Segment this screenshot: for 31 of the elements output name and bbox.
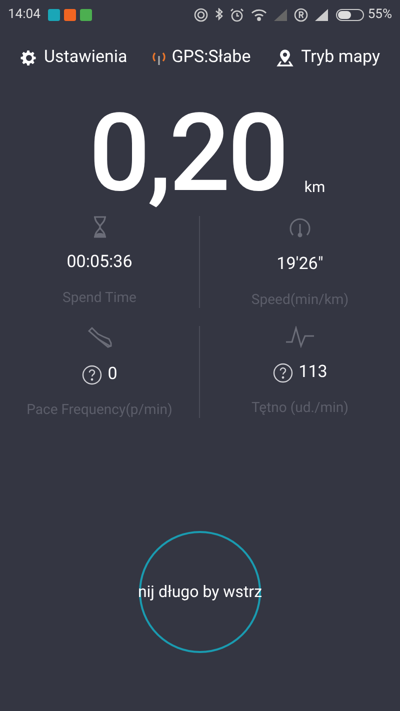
stat-value: 19'26" [276, 253, 324, 276]
toolbar-button[interactable]: Tryb mapy [275, 45, 380, 71]
wifi-icon [250, 9, 267, 21]
stat-value: 0 [108, 363, 118, 386]
battery-icon [336, 9, 364, 21]
signal-bars-icon [274, 9, 287, 21]
toolbar-button[interactable]: GPS:Słabe [152, 45, 251, 71]
help-icon[interactable] [272, 362, 293, 383]
heartbeat-icon [285, 326, 315, 348]
app-icon [64, 9, 76, 21]
signal-bars-icon [314, 9, 328, 21]
speedometer-icon [288, 216, 312, 240]
start-button[interactable]: nij długo by wstrz [139, 531, 261, 653]
battery-percent: 55% [368, 6, 392, 24]
settings-icon [20, 49, 38, 67]
bluetooth-icon [214, 8, 223, 22]
map-pin-icon [275, 48, 296, 68]
app-icon [80, 9, 92, 21]
app-icon [48, 9, 60, 21]
hourglass-icon [92, 216, 108, 238]
toolbar-button[interactable]: Ustawienia [20, 45, 128, 71]
stat-value: 00:05:36 [66, 251, 132, 274]
status-time: 14:04 [8, 6, 40, 24]
stat-value: 113 [298, 361, 328, 384]
help-icon[interactable] [82, 364, 102, 385]
shoe-icon [86, 326, 112, 350]
hotspot-icon [194, 8, 208, 22]
distance-unit: km [304, 176, 326, 198]
roaming-icon [294, 8, 308, 22]
signal-icon [152, 50, 166, 66]
alarm-icon [230, 8, 244, 22]
